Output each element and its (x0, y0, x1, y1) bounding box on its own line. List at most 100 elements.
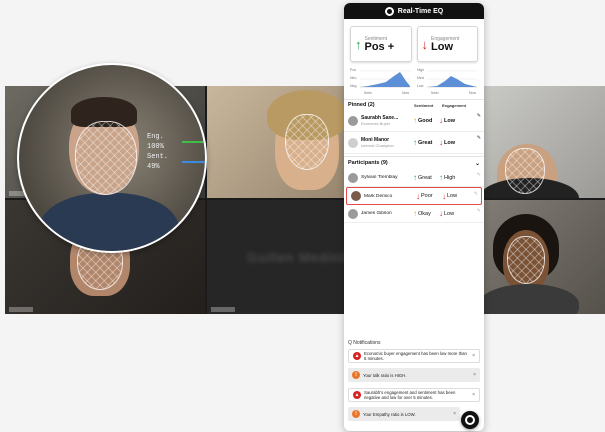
notification-item[interactable]: ! Your talk ratio is HIGH. × (348, 368, 480, 382)
arrow-down-icon: ↓ (439, 116, 443, 125)
pin-icon[interactable]: ✎ (477, 113, 481, 119)
notification-item[interactable]: ▲ Economic buyer engagement has been low… (348, 349, 480, 363)
summary-cards: ↑ Sentiment Pos + ↓ Engagement Low (344, 19, 484, 65)
pin-icon[interactable]: ✎ (474, 191, 478, 197)
engagement-stat: Eng. 100% (147, 133, 164, 151)
notification-text: Saurabh's engagement and sentiment has b… (364, 390, 456, 400)
warning-icon: ▲ (353, 391, 361, 399)
face-mesh-overlay (505, 148, 545, 194)
arrow-up-icon: ↑ (355, 36, 362, 52)
close-icon[interactable]: × (472, 353, 475, 359)
close-icon[interactable]: × (472, 392, 475, 398)
sentiment-card[interactable]: ↑ Sentiment Pos + (350, 26, 412, 62)
sentiment-value: ↓ Poor (416, 191, 433, 201)
name-tag (211, 307, 235, 312)
trend-sparklines: Pos Neu Neg 5min Now High Med Low 5min N… (344, 65, 484, 99)
participant-name-placeholder: Guillen Medinilla (247, 250, 360, 265)
spark-level-label: Low (417, 84, 424, 88)
engagement-card-value: Low (431, 40, 453, 53)
engagement-sparkline: High Med Low 5min Now (417, 67, 478, 95)
spark-level-label: Neu (350, 76, 357, 80)
face-mesh-overlay (285, 114, 329, 170)
participant-name: Sylvain Tremblay (361, 175, 398, 180)
participant-body (479, 284, 579, 314)
arrow-up-icon: ↑ (413, 138, 417, 147)
sentiment-bar (181, 161, 205, 163)
notifications-heading: Q Notifications (348, 340, 381, 346)
arrow-down-icon: ↓ (421, 36, 429, 52)
column-header-sentiment: Sentiment (414, 102, 434, 108)
sentiment-value: ↑ Good (413, 116, 433, 125)
spark-end-label: Now (401, 91, 409, 95)
notification-text: Your Empathy ratio is LOW. (363, 411, 416, 417)
participant-row[interactable]: Sylvain Tremblay ↑ Great ↑ High ✎ (344, 169, 484, 187)
q-logo-icon (384, 6, 394, 16)
participant-row[interactable]: James Gibson ↑ Okay ↓ Low ✎ (344, 205, 484, 223)
spark-end-label: Now (468, 91, 476, 95)
participant-row-highlighted[interactable]: Mark Demico ↓ Poor ↓ Low ✎ (346, 187, 482, 205)
sentiment-card-value: Pos + (364, 40, 395, 53)
arrow-up-icon: ↑ (439, 173, 443, 182)
engagement-value: ↓ Low (439, 138, 455, 147)
pin-icon[interactable]: ✎ (477, 172, 481, 178)
engagement-value: ↑ High (439, 173, 456, 182)
panel-title: Real-Time EQ (397, 7, 444, 15)
q-assistant-button[interactable] (461, 411, 479, 429)
engagement-value: ↓ Low (442, 191, 458, 201)
avatar (348, 137, 358, 148)
pin-icon[interactable]: ✎ (477, 135, 481, 141)
emotion-stats-overlay: Eng. 100% Sent. 49% (147, 132, 205, 172)
meeting-stage: Guillen Medinilla Eng. 100% Sent. 49% Re… (0, 0, 605, 432)
spark-level-label: Med (417, 76, 424, 80)
magnified-participant-view: Eng. 100% Sent. 49% (17, 63, 207, 253)
avatar (348, 172, 358, 183)
participant-body (39, 193, 179, 251)
spark-start-label: 5min (431, 91, 439, 95)
column-header-engagement: Engagement (442, 102, 467, 108)
sentiment-trend-area (360, 70, 410, 88)
notification-item[interactable]: ▲ Saurabh's engagement and sentiment has… (348, 388, 480, 402)
spark-level-label: High (417, 68, 425, 72)
spark-level-label: Pos (350, 68, 357, 72)
chevron-down-icon[interactable]: ⌄ (475, 160, 480, 167)
engagement-bar (181, 141, 205, 143)
pinned-participant-row[interactable]: Moni Manor Internal Champion ↑ Great ↓ Low… (344, 132, 484, 154)
participant-name: James Gibson (361, 211, 392, 216)
arrow-down-icon: ↓ (439, 209, 443, 218)
sentiment-stat: Sent. 49% (147, 153, 169, 171)
arrow-up-icon: ↑ (413, 116, 417, 125)
engagement-value: ↓ Low (439, 116, 455, 125)
pinned-participant-row[interactable]: Saurabh Saxe... Economic Buyer ↑ Good ↓ Lo… (344, 110, 484, 132)
participants-section-header[interactable]: Participants (9) ⌄ (344, 156, 484, 169)
spark-level-label: Neg (350, 84, 357, 88)
panel-header: Real-Time EQ (344, 3, 484, 19)
pin-icon[interactable]: ✎ (477, 208, 481, 214)
arrow-up-icon: ↑ (413, 173, 417, 182)
engagement-card[interactable]: ↓ Engagement Low (416, 26, 478, 62)
participant-role: Internal Champion (361, 143, 394, 148)
alert-icon: ! (352, 410, 360, 418)
notification-text: Economic buyer engagement has been low m… (364, 351, 467, 361)
engagement-trend-area (427, 70, 477, 88)
avatar (348, 208, 358, 219)
arrow-down-icon: ↓ (439, 138, 443, 147)
participant-name: Mark Demico (364, 193, 393, 199)
realtime-eq-panel: Real-Time EQ ↑ Sentiment Pos + ↓ Engagem… (344, 3, 484, 431)
participants-heading: Participants (9) (348, 160, 388, 166)
close-icon[interactable]: × (473, 372, 476, 378)
sentiment-value: ↑ Great (413, 173, 432, 182)
alert-icon: ! (352, 371, 360, 379)
engagement-value: ↓ Low (439, 209, 455, 218)
pinned-section-header: Pinned (2) Sentiment Engagement (344, 99, 484, 110)
notification-text: Your talk ratio is HIGH. (363, 372, 407, 378)
arrow-down-icon: ↓ (442, 191, 446, 201)
arrow-up-icon: ↑ (413, 209, 417, 218)
sentiment-value: ↑ Okay (413, 209, 431, 218)
notification-item[interactable]: ! Your Empathy ratio is LOW. × (348, 407, 460, 421)
name-tag (9, 307, 33, 312)
participant-role: Economic Buyer (361, 121, 391, 126)
sentiment-sparkline: Pos Neu Neg 5min Now (350, 67, 411, 95)
close-icon[interactable]: × (453, 411, 456, 417)
spark-start-label: 5min (364, 91, 372, 95)
face-mesh-overlay (75, 121, 137, 195)
